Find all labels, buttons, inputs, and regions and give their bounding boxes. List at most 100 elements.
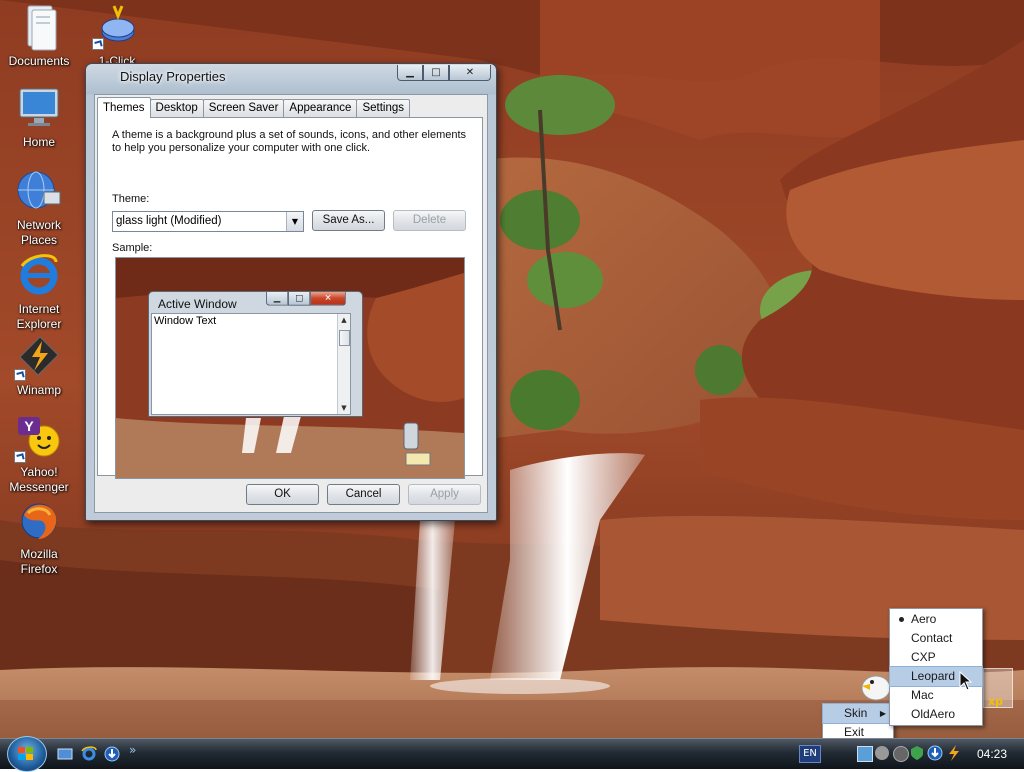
taskbar-clock[interactable]: 04:23 <box>977 747 1007 761</box>
tab-themes[interactable]: Themes <box>97 97 151 118</box>
tab-desktop[interactable]: Desktop <box>149 99 204 117</box>
selected-bullet-icon <box>899 617 904 622</box>
scroll-down-arrow-icon: ▼ <box>341 404 347 412</box>
window-client-area: Themes Desktop Screen Saver Appearance S… <box>94 94 488 513</box>
shortcut-arrow-icon <box>14 451 26 463</box>
disk-tray-icon[interactable] <box>893 746 909 762</box>
download-quicklaunch-icon[interactable] <box>104 746 120 762</box>
cancel-button[interactable]: Cancel <box>327 484 400 505</box>
network-globe-icon <box>16 168 62 214</box>
themes-tab-page: A theme is a background plus a set of so… <box>97 117 483 479</box>
menu-item-label: Skin <box>844 706 868 720</box>
sample-label: Sample: <box>112 242 153 254</box>
tab-strip: Themes Desktop Screen Saver Appearance S… <box>97 97 411 118</box>
taskbar: » EN 04:23 <box>0 736 1024 772</box>
close-icon: ✕ <box>465 67 475 78</box>
save-as-button[interactable]: Save As... <box>312 210 385 231</box>
windows-logo-icon <box>18 747 33 760</box>
winamp-tray-icon[interactable] <box>947 745 961 761</box>
desktop-icon-label: Network Places <box>16 218 61 247</box>
desktop-icon-label: Yahoo! Messenger <box>9 465 69 494</box>
computer-monitor-icon <box>16 85 62 131</box>
desktop-icon-network-places[interactable]: Network Places <box>0 168 78 248</box>
submenu-item-label: CXP <box>911 650 936 664</box>
ok-button[interactable]: OK <box>246 484 319 505</box>
close-button[interactable]: ✕ <box>449 65 491 81</box>
shield-tray-icon[interactable] <box>911 746 923 760</box>
tab-settings[interactable]: Settings <box>356 99 411 117</box>
theme-description-line1: A theme is a background plus a set of so… <box>112 129 467 141</box>
sample-close-icon: ✕ <box>310 292 346 306</box>
desktop-icon-label: Winamp <box>16 383 61 397</box>
show-desktop-icon[interactable] <box>57 746 73 762</box>
submenu-item-aero[interactable]: Aero <box>890 610 982 629</box>
download-tray-icon[interactable] <box>927 745 943 761</box>
sample-window-body: Window Text ▲ ▼ <box>151 313 351 415</box>
sample-maximize-icon: □ <box>288 292 311 306</box>
desktop-icon-mozilla-firefox[interactable]: Mozilla Firefox <box>0 497 78 577</box>
sample-minimize-icon: ▁ <box>266 292 289 306</box>
desktop-icon-label: Internet Explorer <box>16 302 62 331</box>
minimize-icon: ▁ <box>406 67 414 78</box>
submenu-item-label: Contact <box>911 631 953 645</box>
tab-appearance[interactable]: Appearance <box>283 99 358 117</box>
shortcut-arrow-icon <box>14 369 26 381</box>
network-tray-icon[interactable] <box>857 746 873 762</box>
internet-explorer-icon <box>16 252 62 298</box>
apply-button[interactable]: Apply <box>408 484 481 505</box>
shortcut-arrow-icon <box>92 38 104 50</box>
quicklaunch-more-button[interactable]: » <box>129 743 145 759</box>
submenu-item-label: OldAero <box>911 707 956 721</box>
theme-label: Theme: <box>112 193 150 205</box>
theme-dropdown-value: glass light (Modified) <box>116 215 222 227</box>
firefox-icon <box>16 497 62 543</box>
theme-sample-preview: Active Window ▁ □ ✕ Window Text ▲ ▼ <box>115 257 465 479</box>
theme-description-line2: to help you personalize your computer wi… <box>112 142 371 154</box>
language-indicator[interactable]: EN <box>799 745 821 763</box>
submenu-item-contact[interactable]: Contact <box>890 629 982 648</box>
start-button[interactable] <box>7 736 47 772</box>
tray-context-menu[interactable]: Skin ▶ Exit <box>822 703 894 743</box>
minimize-button[interactable]: ▁ <box>397 65 423 81</box>
delete-button[interactable]: Delete <box>393 210 466 231</box>
scroll-thumb <box>339 330 350 346</box>
sample-scrollbar: ▲ ▼ <box>337 314 350 414</box>
internet-explorer-quicklaunch-icon[interactable] <box>81 746 97 762</box>
submenu-item-label: Mac <box>911 688 934 702</box>
submenu-arrow-icon: ▶ <box>879 709 886 718</box>
desktop-icon-label: Home <box>22 135 55 149</box>
svg-text:Y: Y <box>24 418 34 434</box>
desktop-icon-home[interactable]: Home <box>0 85 78 150</box>
desktop-icon-label: Documents <box>8 54 70 68</box>
xp-skin-badge-icon: xp <box>983 668 1013 708</box>
sample-caption-buttons: ▁ □ ✕ <box>266 292 346 306</box>
chevron-down-icon[interactable]: ▼ <box>286 212 303 231</box>
desktop-icon-yahoo-messenger[interactable]: Y Yahoo! Messenger <box>0 415 78 495</box>
theme-dropdown[interactable]: glass light (Modified) ▼ <box>112 211 304 232</box>
maximize-button[interactable]: □ <box>423 65 449 81</box>
submenu-item-cxp[interactable]: CXP <box>890 648 982 667</box>
menu-item-label: Exit <box>844 725 865 739</box>
maintenance-icon <box>92 2 140 50</box>
desktop-icon-internet-explorer[interactable]: Internet Explorer <box>0 252 78 332</box>
sample-active-window: Active Window ▁ □ ✕ Window Text ▲ ▼ <box>148 291 363 417</box>
desktop-icon-winamp[interactable]: Winamp <box>0 333 78 398</box>
skin-app-duck-icon[interactable] <box>860 668 892 702</box>
window-caption-buttons: ▁ □ ✕ <box>397 65 491 81</box>
yahoo-messenger-smiley-icon: Y <box>14 415 62 463</box>
desktop-icon-label: Mozilla Firefox <box>20 547 58 576</box>
window-title: Display Properties <box>120 69 226 84</box>
xp-badge-glyph: xp <box>988 695 1003 708</box>
desktop-icon-documents[interactable]: Documents <box>0 2 78 69</box>
volume-tray-icon[interactable] <box>875 746 889 760</box>
submenu-item-label: Aero <box>911 612 937 626</box>
menu-item-skin[interactable]: Skin ▶ <box>822 703 894 724</box>
submenu-item-label: Leopard <box>911 669 956 683</box>
tab-screen-saver[interactable]: Screen Saver <box>202 99 285 117</box>
skin-submenu[interactable]: Aero Contact CXP Leopard Mac OldAero <box>889 608 983 726</box>
maximize-icon: □ <box>431 67 441 78</box>
mouse-pointer-icon <box>959 670 973 691</box>
display-properties-window[interactable]: Display Properties ▁ □ ✕ Themes Desktop … <box>85 63 497 521</box>
submenu-item-oldaero[interactable]: OldAero <box>890 705 982 724</box>
winamp-lightning-icon <box>14 333 62 381</box>
